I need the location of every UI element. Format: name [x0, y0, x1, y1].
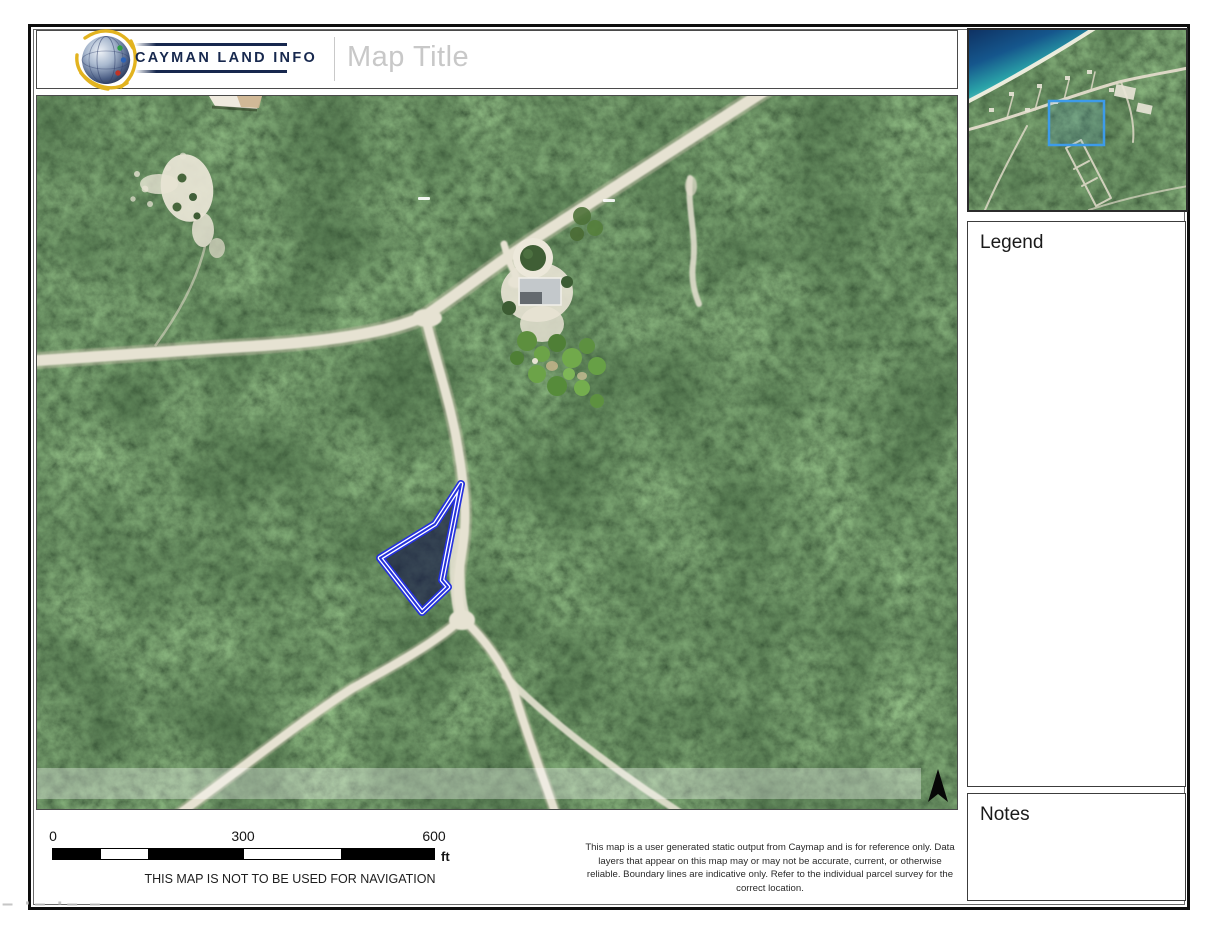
legend-panel: Legend [967, 221, 1186, 787]
dash-marker [418, 197, 430, 200]
scale-unit: ft [441, 849, 450, 864]
navigation-warning: THIS MAP IS NOT TO BE USED FOR NAVIGATIO… [144, 872, 435, 886]
header-divider [334, 37, 335, 81]
building-top [209, 96, 262, 110]
aerial-map [36, 95, 958, 810]
scale-segment [244, 849, 341, 859]
print-artifact: – ·– ·– – [2, 893, 103, 916]
scale-segment [341, 849, 434, 859]
scale-segment [53, 849, 101, 859]
map-footer-band [37, 768, 921, 799]
scale-bar [52, 848, 435, 860]
dash-marker [603, 199, 615, 202]
legend-title: Legend [968, 222, 1185, 254]
map-title-placeholder: Map Title [347, 41, 469, 74]
brand-rule-bottom [135, 70, 287, 73]
map-export-page: CAYMAN LAND INFO Map Title [0, 0, 1216, 940]
aerial-map-canvas [37, 96, 957, 809]
overview-map-canvas [969, 30, 1186, 210]
scale-tick-300: 300 [231, 828, 254, 844]
scale-tick-600: 600 [422, 828, 445, 844]
notes-panel: Notes [967, 793, 1186, 901]
header: CAYMAN LAND INFO Map Title [36, 30, 958, 89]
globe-icon [73, 27, 139, 93]
scale-tick-0: 0 [49, 828, 57, 844]
notes-title: Notes [968, 794, 1185, 826]
extent-indicator [1049, 101, 1104, 145]
scale-segment [101, 849, 148, 859]
scale-segment [148, 849, 244, 859]
overview-map [967, 28, 1188, 212]
disclaimer-text: This map is a user generated static outp… [582, 841, 958, 895]
brand-name: CAYMAN LAND INFO [135, 46, 287, 70]
brand-lockup: CAYMAN LAND INFO [135, 43, 287, 73]
